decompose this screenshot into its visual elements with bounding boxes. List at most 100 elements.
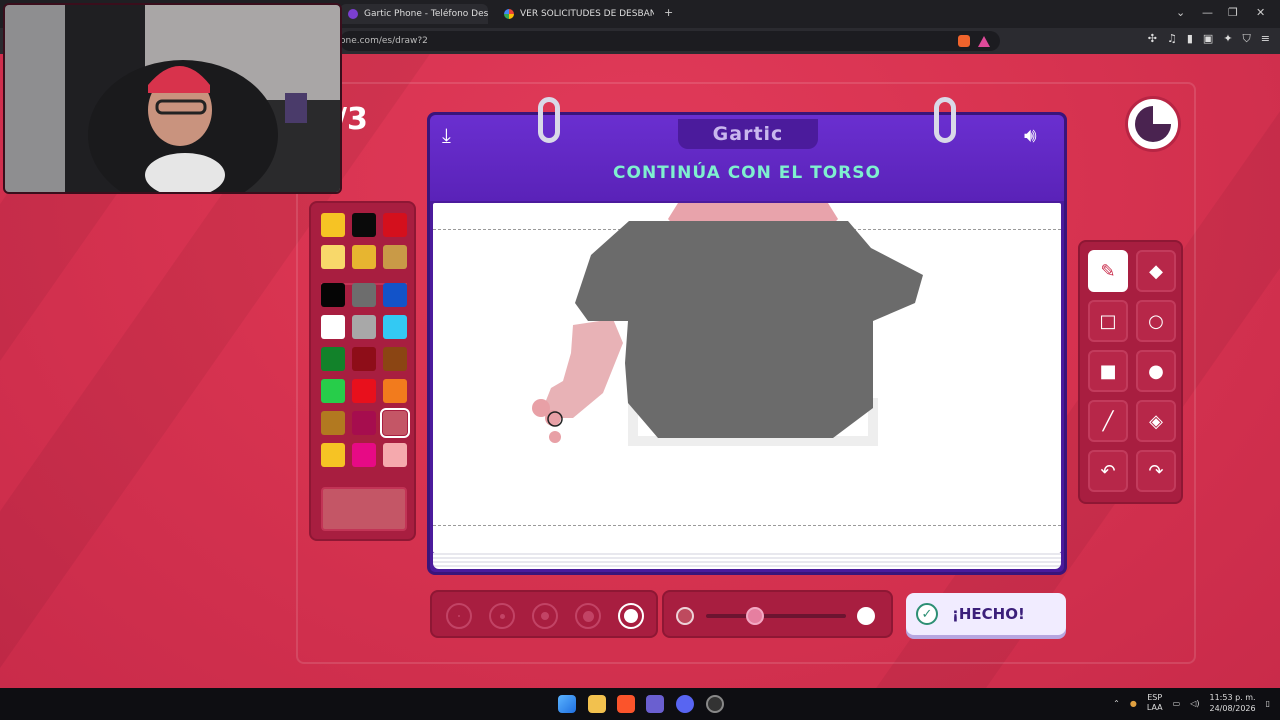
undo-icon: ↶ — [1100, 460, 1116, 482]
color-swatch[interactable] — [321, 213, 345, 237]
speaker-icon[interactable]: 🔊︎ — [1024, 123, 1037, 147]
color-swatch[interactable] — [383, 379, 407, 403]
url-field[interactable]: one.com/es/draw?2 — [340, 31, 1000, 51]
wallet-icon[interactable]: ▣ — [1203, 32, 1213, 46]
game-app-icon[interactable] — [646, 695, 664, 713]
color-swatch[interactable] — [352, 443, 376, 467]
webcam-overlay — [3, 3, 342, 194]
ellipse-filled-button[interactable]: ● — [1136, 350, 1176, 392]
undo-button[interactable]: ↶ — [1088, 450, 1128, 492]
done-button-label: ¡HECHO! — [952, 605, 1025, 623]
brush-size-button[interactable] — [575, 603, 601, 629]
brush-size-button[interactable] — [532, 603, 558, 629]
app-icon[interactable] — [706, 695, 724, 713]
color-swatch[interactable] — [352, 347, 376, 371]
media-icon[interactable]: ♫ — [1167, 32, 1177, 46]
color-swatch[interactable] — [321, 443, 345, 467]
color-swatch[interactable] — [383, 347, 407, 371]
notebook-ring-left — [538, 97, 560, 143]
brave-browser-icon[interactable] — [617, 695, 635, 713]
brave-rewards-icon[interactable] — [978, 35, 990, 47]
color-swatch[interactable] — [383, 283, 407, 307]
brush-size-dot — [541, 612, 549, 620]
tray-chevron-icon[interactable]: ⌃ — [1113, 699, 1120, 708]
drawing-canvas[interactable] — [433, 203, 1061, 553]
color-swatch[interactable] — [352, 283, 376, 307]
notifications-icon[interactable]: ▯ — [1266, 699, 1270, 708]
redo-button[interactable]: ↷ — [1136, 450, 1176, 492]
color-swatch[interactable] — [321, 245, 345, 269]
start-icon[interactable] — [558, 695, 576, 713]
extensions-icon[interactable]: ✣ — [1148, 32, 1157, 46]
tab-search-icon[interactable]: ⌄ — [1176, 6, 1185, 19]
color-swatch[interactable] — [321, 283, 345, 307]
rectangle-filled-button[interactable]: ■ — [1088, 350, 1128, 392]
language-indicator[interactable]: ESP LAA — [1147, 693, 1163, 713]
vpn-icon[interactable]: ⛉ — [1243, 32, 1251, 46]
color-swatch[interactable] — [321, 315, 345, 339]
clock-time: 11:53 p. m. — [1209, 693, 1256, 702]
close-window-icon[interactable]: ✕ — [1256, 6, 1265, 19]
tool-panel: ✎ ◆ □ ○ ■ ● ╱ ◈ ↶ ↷ — [1078, 240, 1183, 504]
minimize-icon[interactable]: — — [1202, 6, 1213, 19]
notebook-ring-right — [934, 97, 956, 143]
leo-ai-icon[interactable]: ✦ — [1223, 32, 1232, 46]
color-palette — [309, 201, 416, 541]
url-text: one.com/es/draw?2 — [340, 36, 428, 46]
file-explorer-icon[interactable] — [588, 695, 606, 713]
fill-bucket-button[interactable]: ◈ — [1136, 400, 1176, 442]
discord-icon[interactable] — [676, 695, 694, 713]
color-swatch[interactable] — [321, 411, 345, 435]
pencil-button[interactable]: ✎ — [1088, 250, 1128, 292]
redo-icon: ↷ — [1148, 460, 1164, 482]
brush-size-button[interactable] — [618, 603, 644, 629]
timer-clock-icon — [1128, 99, 1178, 149]
brush-size-dot — [458, 615, 460, 617]
keyboard-layout: LAA — [1146, 703, 1163, 712]
color-swatch[interactable] — [352, 411, 376, 435]
ellipse-filled-icon: ● — [1148, 360, 1164, 382]
line-button[interactable]: ╱ — [1088, 400, 1128, 442]
rectangle-outline-button[interactable]: □ — [1088, 300, 1128, 342]
opacity-slider-handle[interactable] — [746, 607, 764, 625]
download-icon[interactable]: ⤓ — [442, 123, 451, 147]
color-swatch[interactable] — [321, 347, 345, 371]
clock[interactable]: 11:53 p. m. 24/08/2026 — [1209, 692, 1255, 714]
brave-shield-icon[interactable] — [958, 35, 970, 47]
color-swatch[interactable] — [352, 315, 376, 339]
microphone-icon[interactable]: ● — [1130, 699, 1137, 708]
network-icon[interactable]: ▭ — [1173, 699, 1181, 708]
new-tab-button[interactable]: + — [664, 6, 673, 19]
color-swatch[interactable] — [383, 245, 407, 269]
drawing-prompt: CONTINÚA CON EL TORSO — [613, 163, 881, 183]
google-favicon-icon — [504, 9, 514, 19]
brush-size-dot — [582, 610, 594, 622]
color-swatch[interactable] — [383, 213, 407, 237]
color-swatch[interactable] — [380, 408, 410, 438]
tab-title: VER SOLICITUDES DE DESBANEO EN — [520, 9, 654, 19]
brush-size-button[interactable] — [489, 603, 515, 629]
ellipse-outline-button[interactable]: ○ — [1136, 300, 1176, 342]
tab-desbaneo[interactable]: VER SOLICITUDES DE DESBANEO EN — [496, 4, 654, 24]
notebook-pages-edge — [433, 553, 1061, 569]
color-swatch[interactable] — [321, 379, 345, 403]
sidebar-icon[interactable]: ▮ — [1187, 32, 1193, 46]
menu-icon[interactable]: ≡ — [1261, 32, 1270, 46]
brush-size-button[interactable] — [446, 603, 472, 629]
webcam-feed — [5, 5, 340, 192]
arm-stroke — [545, 319, 623, 418]
color-swatch[interactable] — [352, 379, 376, 403]
color-swatch[interactable] — [352, 213, 376, 237]
opacity-slider-track[interactable] — [706, 614, 846, 618]
color-swatch[interactable] — [383, 443, 407, 467]
check-icon: ✓ — [916, 603, 938, 625]
volume-icon[interactable]: ◁) — [1190, 699, 1199, 708]
tab-gartic-phone[interactable]: Gartic Phone - Teléfono Descom ✕ — [340, 4, 488, 24]
eraser-button[interactable]: ◆ — [1136, 250, 1176, 292]
done-button[interactable]: ✓ ¡HECHO! — [906, 593, 1066, 635]
color-swatch[interactable] — [352, 245, 376, 269]
rectangle-filled-icon: ■ — [1099, 360, 1117, 382]
color-swatch[interactable] — [383, 315, 407, 339]
language-code: ESP — [1147, 693, 1163, 702]
restore-icon[interactable]: ❐ — [1228, 6, 1238, 19]
